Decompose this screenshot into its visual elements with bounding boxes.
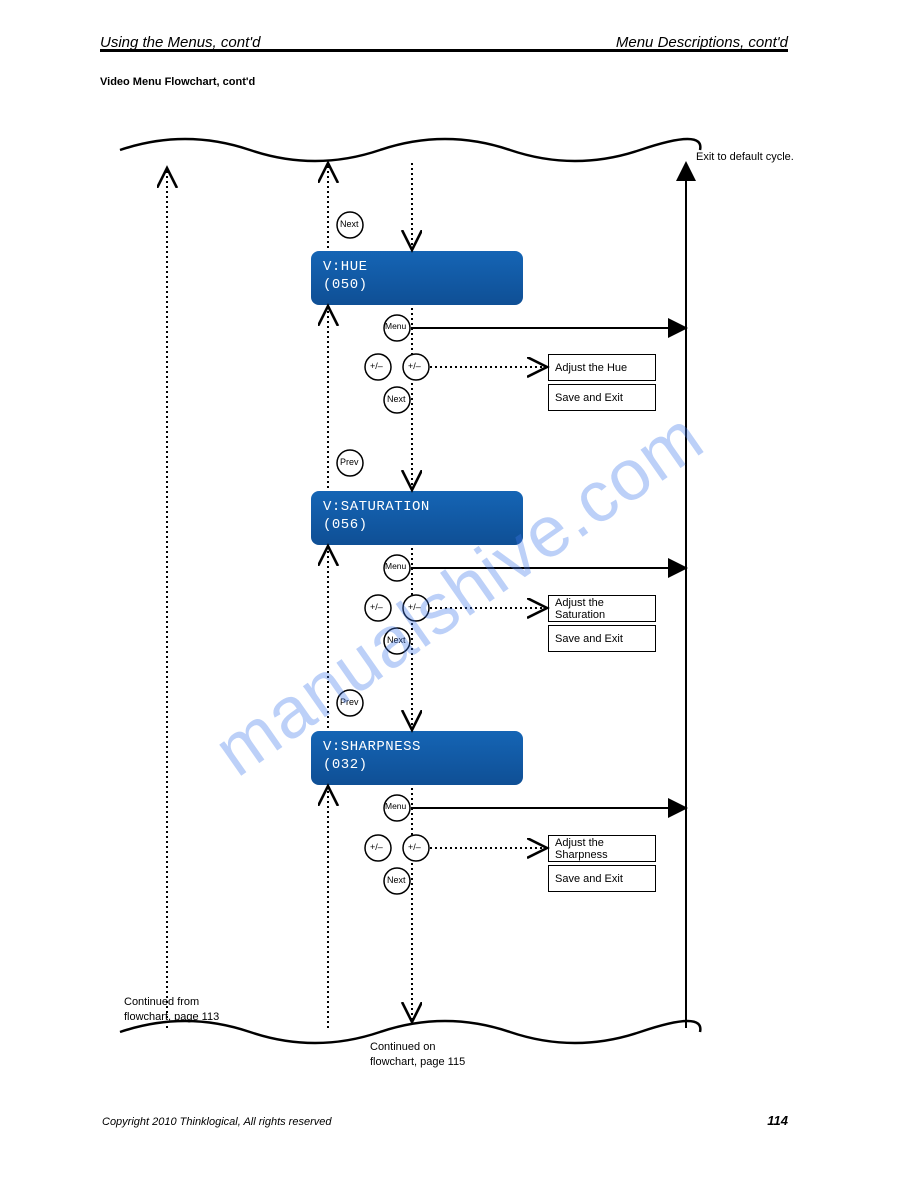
btn-next-1: Next xyxy=(340,218,359,230)
box-sat-save: Save and Exit xyxy=(548,625,656,652)
box-shp-save: Save and Exit xyxy=(548,865,656,892)
lcd-hue: V:HUE (050) xyxy=(311,251,523,305)
btn-pm-1a: +/– xyxy=(370,360,383,372)
btn-pm-3a: +/– xyxy=(370,841,383,853)
lcd-hue-line2: (050) xyxy=(323,277,511,295)
box-shp-adjust: Adjust the Sharpness xyxy=(548,835,656,862)
btn-menu-3: Menu xyxy=(385,801,406,812)
copyright: Copyright 2010 Thinklogical, All rights … xyxy=(102,1116,331,1128)
box-sat-adjust: Adjust the Saturation xyxy=(548,595,656,622)
lcd-shp-line2: (032) xyxy=(323,757,511,775)
header-rule xyxy=(100,49,788,52)
box-hue-save: Save and Exit xyxy=(548,384,656,411)
page-number: 114 xyxy=(767,1113,788,1128)
box-hue-adjust: Adjust the Hue xyxy=(548,354,656,381)
btn-menu-2: Menu xyxy=(385,561,406,572)
exit-default-label: Exit to default cycle. xyxy=(696,150,794,165)
lcd-shp-line1: V:SHARPNESS xyxy=(323,739,511,757)
btn-next-1b: Next xyxy=(387,393,406,405)
continued-from-label: Continued from flowchart, page 113 xyxy=(124,995,219,1025)
btn-menu-1: Menu xyxy=(385,321,406,332)
btn-next-3: Next xyxy=(387,874,406,886)
continued-on-label: Continued on flowchart, page 115 xyxy=(370,1040,465,1070)
section-title: Video Menu Flowchart, cont'd xyxy=(100,75,255,90)
lcd-hue-line1: V:HUE xyxy=(323,259,511,277)
lcd-sat-line1: V:SATURATION xyxy=(323,499,511,517)
btn-pm-3b: +/– xyxy=(408,841,421,853)
btn-pm-1b: +/– xyxy=(408,360,421,372)
btn-prev-1: Prev xyxy=(340,456,359,468)
lcd-shp: V:SHARPNESS (032) xyxy=(311,731,523,785)
